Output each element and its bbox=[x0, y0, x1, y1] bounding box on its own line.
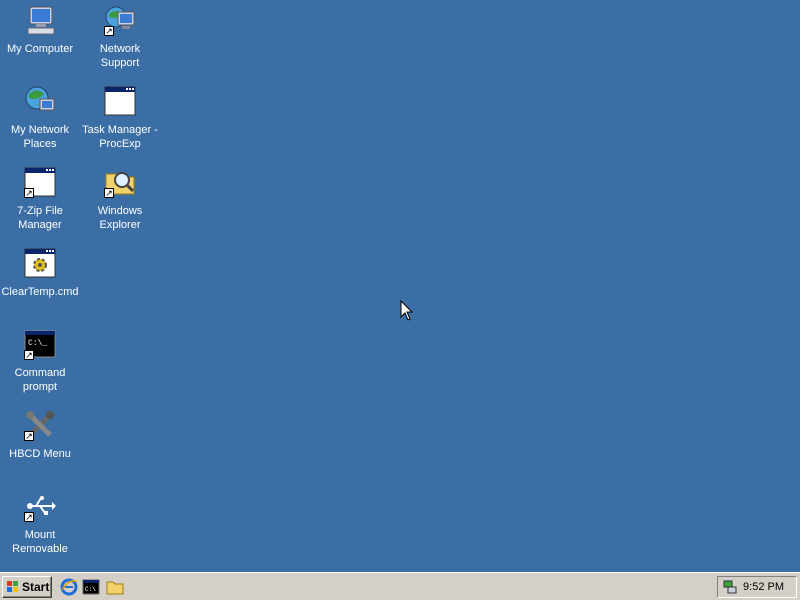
desktop-icon-label: ClearTemp.cmd bbox=[1, 286, 79, 298]
desktop-icon-label: Network Support bbox=[99, 43, 141, 69]
task-manager-icon bbox=[104, 85, 136, 117]
cmd-script-icon bbox=[24, 247, 56, 279]
desktop-icon-cleartemp[interactable]: ClearTemp.cmd bbox=[0, 243, 80, 299]
command-prompt-icon: C:\_ ↗ bbox=[24, 328, 56, 360]
network-tray-icon[interactable] bbox=[722, 579, 738, 595]
shortcut-arrow-icon: ↗ bbox=[104, 26, 114, 36]
clock[interactable]: 9:52 PM bbox=[743, 581, 784, 593]
svg-text:C:\: C:\ bbox=[85, 586, 96, 593]
desktop-icon-label: My Network Places bbox=[10, 124, 70, 150]
taskbar: Start C:\ 9:52 PM bbox=[0, 572, 800, 600]
desktop-icon-task-manager[interactable]: Task Manager - ProcExp bbox=[80, 81, 160, 151]
desktop-icon-windows-explorer[interactable]: ↗ Windows Explorer bbox=[80, 162, 160, 232]
desktop-icon-label: HBCD Menu bbox=[9, 448, 71, 460]
desktop-icon-my-computer[interactable]: My Computer bbox=[0, 0, 80, 56]
start-label: Start bbox=[22, 580, 50, 594]
shortcut-arrow-icon: ↗ bbox=[24, 350, 34, 360]
shortcut-arrow-icon: ↗ bbox=[104, 188, 114, 198]
desktop-icon-network-support[interactable]: ↗ Network Support bbox=[80, 0, 160, 70]
windows-explorer-icon: ↗ bbox=[104, 166, 136, 198]
shortcut-arrow-icon: ↗ bbox=[24, 512, 34, 522]
desktop-icon-label: My Computer bbox=[6, 43, 74, 55]
7zip-icon: ↗ bbox=[24, 166, 56, 198]
desktop-icon-label: Mount Removable bbox=[12, 529, 68, 555]
hbcd-menu-icon: ↗ bbox=[24, 409, 56, 441]
my-network-places-icon bbox=[24, 85, 56, 117]
desktop-icon-command-prompt[interactable]: C:\_ ↗ Command prompt bbox=[0, 324, 80, 394]
desktop-icon-label: Task Manager - ProcExp bbox=[82, 124, 158, 150]
desktop-icon-label: Windows Explorer bbox=[97, 205, 143, 231]
usb-icon: ↗ bbox=[24, 490, 56, 522]
desktop-icon-my-network-places[interactable]: My Network Places bbox=[0, 81, 80, 151]
network-support-icon: ↗ bbox=[104, 4, 136, 36]
folder-icon[interactable] bbox=[106, 578, 124, 596]
command-prompt-icon[interactable]: C:\ bbox=[82, 578, 100, 596]
desktop-icon-mount-removable[interactable]: ↗ Mount Removable bbox=[0, 486, 80, 556]
desktop-icon-label: 7-Zip File Manager bbox=[17, 205, 63, 231]
shortcut-arrow-icon: ↗ bbox=[24, 188, 34, 198]
internet-explorer-icon[interactable] bbox=[60, 578, 78, 596]
desktop-icon-7zip[interactable]: ↗ 7-Zip File Manager bbox=[0, 162, 80, 232]
desktop-icon-label: Command prompt bbox=[14, 367, 66, 393]
desktop-icon-hbcd-menu[interactable]: ↗ HBCD Menu bbox=[0, 405, 80, 461]
windows-logo-icon bbox=[7, 581, 18, 592]
mouse-cursor-icon bbox=[400, 300, 414, 321]
svg-text:C:\_: C:\_ bbox=[28, 339, 47, 348]
my-computer-icon bbox=[24, 4, 56, 36]
shortcut-arrow-icon: ↗ bbox=[24, 431, 34, 441]
system-tray: 9:52 PM bbox=[717, 576, 797, 598]
desktop: My Computer ↗ Network Support My Network… bbox=[0, 0, 800, 572]
start-button[interactable]: Start bbox=[2, 576, 52, 598]
